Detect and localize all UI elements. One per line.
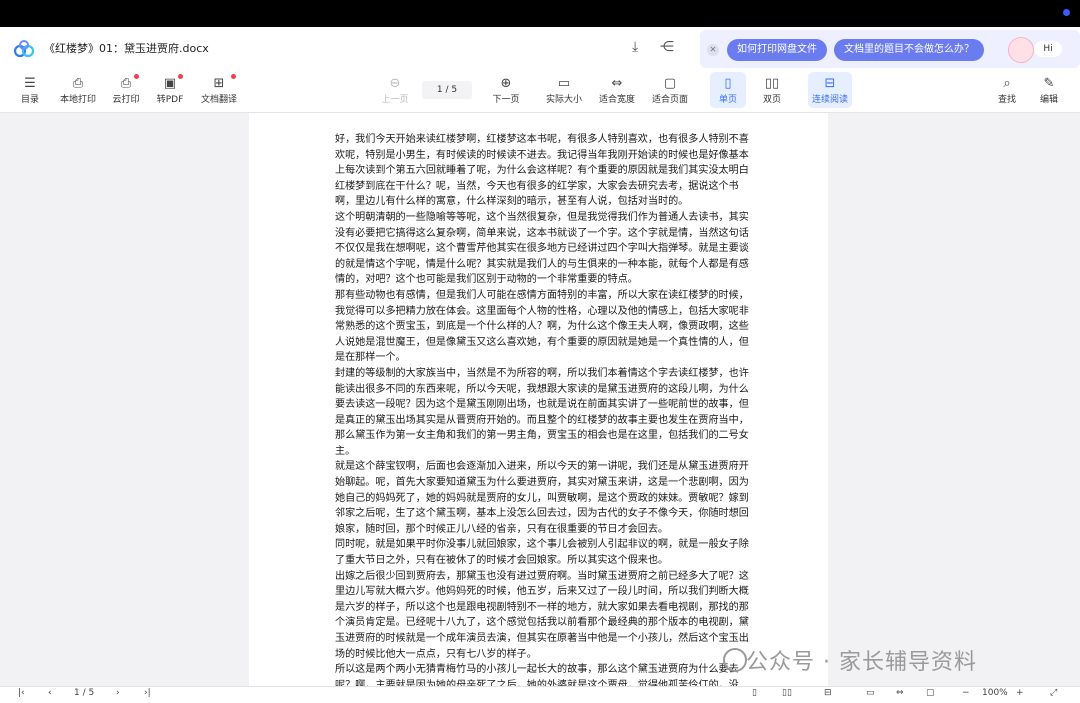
fit-page-icon[interactable]: ▢ [926, 688, 935, 698]
toc-button[interactable]: ☰ 目录 [16, 76, 44, 105]
actual-size-icon: ▭ [557, 76, 571, 91]
fit-page-button[interactable]: ▢ 适合页面 [650, 76, 690, 105]
watermark: 公众号 · 家长辅导资料 [746, 650, 977, 675]
paragraph: 封建的等级制的大家族当中，当然是不为所容的啊，所以我们本着情这个字去读红楼梦，也… [335, 367, 749, 457]
fit-width-button[interactable]: ⇔ 适合宽度 [597, 76, 637, 105]
paragraph: 好，我们今天开始来读红楼梦啊，红楼梦这本书呢，有很多人特别喜欢，也有很多人特别不… [335, 134, 749, 208]
new-badge [178, 74, 183, 79]
double-page-icon: ▯▯ [764, 76, 780, 91]
translate-button[interactable]: ⊞ 文档翻译 [198, 76, 240, 105]
paragraph: 同时呢，就是如果平时你没事儿就回娘家，这个事儿会被别人引起非议的啊，就是一般女子… [335, 539, 749, 567]
fit-page-icon: ▢ [663, 76, 677, 91]
next-page-icon: ⊕ [500, 76, 512, 91]
paragraph: 那有些动物也有感情，但是我们人可能在感情方面特别的丰富，所以大家在读红楼梦的时候… [335, 289, 749, 364]
single-page-icon: ▯ [724, 76, 732, 91]
suggestion-homework-help[interactable]: 文档里的题目不会做怎么办？ [834, 39, 984, 61]
single-page-icon[interactable]: ▯ [752, 688, 757, 698]
document-page: 好，我们今天开始来读红楼梦啊，红楼梦这本书呢，有很多人特别喜欢，也有很多人特别不… [249, 113, 828, 688]
page-indicator: 1 / 5 [74, 688, 95, 698]
status-dot [1063, 9, 1070, 16]
double-page-icon[interactable]: ▯▯ [782, 688, 792, 698]
pen-icon: ✎ [1043, 76, 1055, 91]
continuous-icon: ⊟ [824, 76, 836, 91]
to-pdf-button[interactable]: ▣ 转PDF [154, 76, 186, 105]
double-page-button[interactable]: ▯▯ 双页 [758, 76, 786, 105]
zoom-out-button[interactable]: − [962, 688, 970, 698]
share-icon[interactable]: ⋲ [660, 39, 674, 55]
zoom-level: 100% [982, 688, 1008, 698]
status-bar: |‹ ‹ 1 / 5 › ›| ▯ ▯▯ ⊟ ▭ ⇔ ▢ − 100% + ⤢ [0, 686, 1080, 703]
continuous-reading-button[interactable]: ⊟ 连续阅读 [810, 76, 850, 105]
assistant-greeting[interactable]: Hi [1034, 41, 1062, 57]
fit-width-icon[interactable]: ⇔ [896, 688, 904, 698]
document-title: 《红楼梦》01：黛玉进贾府.docx [44, 42, 209, 55]
next-page-button[interactable]: ⊕ 下一页 [490, 76, 522, 105]
toc-icon: ☰ [24, 76, 36, 91]
fullscreen-icon[interactable]: ⤢ [1050, 688, 1057, 698]
download-icon[interactable]: ⤓ [632, 39, 638, 55]
paragraph: 出嫁之后很少回到贾府去，那黛玉也没有进过贾府啊。当时黛玉进贾府之前已经多大了呢？… [335, 570, 749, 660]
prev-page-icon[interactable]: ‹ [48, 688, 52, 698]
paragraph: 所以这是两个两小无猜青梅竹马的小孩儿一起长大的故事，那么这个黛玉进贾府为什么要去… [335, 664, 739, 688]
continuous-icon[interactable]: ⊟ [824, 688, 832, 698]
actual-size-icon[interactable]: ▭ [866, 688, 875, 698]
actual-size-button[interactable]: ▭ 实际大小 [544, 76, 584, 105]
top-black-bar [0, 0, 1080, 27]
cloud-print-button[interactable]: ⎙ 云打印 [110, 76, 142, 105]
paragraph: 就是这个薛宝钗啊，后面也会逐渐加入进来，所以今天的第一讲呢，我们还是从黛玉进贾府… [335, 461, 749, 535]
last-page-icon[interactable]: ›| [144, 688, 151, 698]
assistant-avatar[interactable] [1008, 37, 1034, 63]
next-page-icon[interactable]: › [116, 688, 120, 698]
fit-width-icon: ⇔ [611, 76, 623, 91]
new-badge [231, 74, 236, 79]
suggestion-print-netdisk[interactable]: 如何打印网盘文件 [727, 39, 827, 61]
single-page-button[interactable]: ▯ 单页 [714, 76, 742, 105]
search-button[interactable]: ⌕ 查找 [994, 76, 1020, 105]
prev-page-button[interactable]: ⊖ 上一页 [380, 76, 410, 105]
new-badge [134, 74, 139, 79]
paragraph: 这个明朝清朝的一些隐喻等等呢，这个当然很复杂，但是我觉得我们作为普通人去读书，其… [335, 211, 749, 286]
prev-page-icon: ⊖ [389, 76, 401, 91]
search-icon: ⌕ [1003, 76, 1011, 91]
close-icon[interactable]: ✕ [707, 44, 719, 56]
first-page-icon[interactable]: |‹ [18, 688, 25, 698]
printer-icon: ⎙ [72, 76, 84, 91]
document-body: 好，我们今天开始来读红楼梦啊，红楼梦这本书呢，有很多人特别喜欢，也有很多人特别不… [335, 132, 755, 688]
local-print-button[interactable]: ⎙ 本地打印 [58, 76, 98, 105]
baidu-netdisk-logo [14, 40, 34, 58]
zoom-in-button[interactable]: + [1016, 688, 1024, 698]
page-number-input[interactable]: 1 / 5 [422, 81, 472, 99]
edit-button[interactable]: ✎ 编辑 [1036, 76, 1062, 105]
